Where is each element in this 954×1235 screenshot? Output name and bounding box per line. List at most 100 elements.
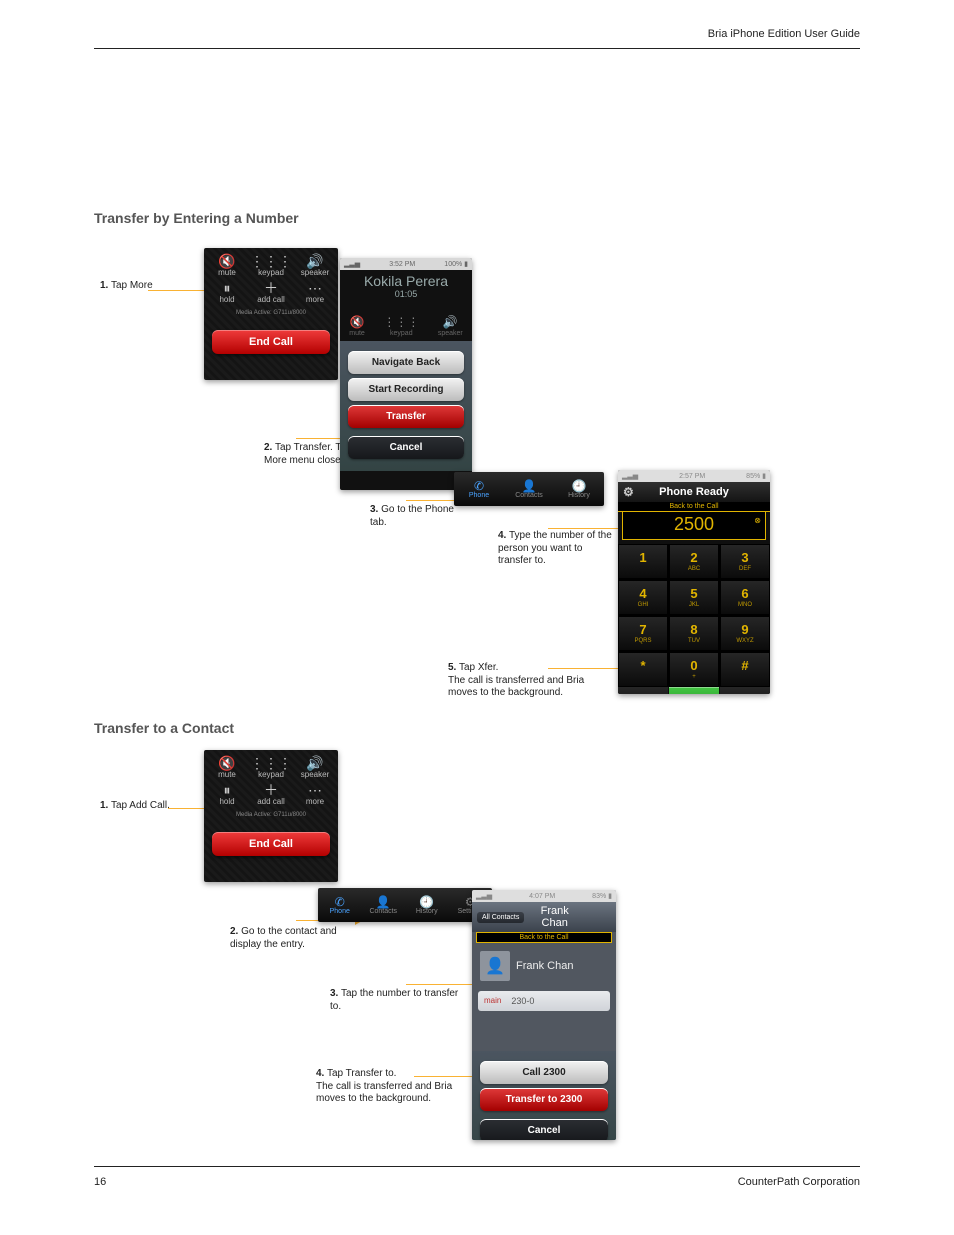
step-b1: 1. Tap Add Call. bbox=[100, 800, 170, 813]
step-a3: 3. Go to the Phone tab. bbox=[370, 504, 470, 529]
step-b3: 3. Tap the number to transfer to. bbox=[330, 988, 460, 1013]
key-7[interactable]: 7PQRS bbox=[618, 616, 668, 651]
navigate-back-button[interactable]: Navigate Back bbox=[348, 351, 464, 374]
history-icon: 🕘 bbox=[419, 896, 434, 908]
more-icon: ⋯ bbox=[308, 783, 322, 797]
add-call-icon: ＋ bbox=[264, 281, 278, 295]
transfer-button[interactable]: Transfer bbox=[348, 405, 464, 428]
key-3[interactable]: 3DEF bbox=[720, 544, 770, 579]
key-2[interactable]: 2ABC bbox=[669, 544, 719, 579]
contact-name: Frank Chan bbox=[516, 960, 573, 972]
mute-icon: 🔇 bbox=[218, 254, 235, 268]
dialer-keypad: 1 2ABC 3DEF 4GHI 5JKL 6MNO 7PQRS 8TUV 9W… bbox=[618, 544, 770, 687]
footer-company: CounterPath Corporation bbox=[738, 1176, 860, 1188]
mute-icon: 🔇 bbox=[218, 756, 235, 770]
callout-a4 bbox=[548, 528, 622, 529]
callout-a1 bbox=[148, 290, 208, 291]
speaker-icon: 🔊 bbox=[443, 315, 458, 329]
end-call-button[interactable]: End Call bbox=[212, 330, 330, 354]
backspace-button[interactable]: ⌫ bbox=[720, 687, 770, 694]
signal-icon: ▂▃▅ bbox=[476, 892, 492, 900]
contact-title: Frank Chan bbox=[528, 905, 581, 929]
tab-phone[interactable]: ✆Phone bbox=[454, 472, 504, 506]
top-rule bbox=[94, 48, 860, 49]
dialer-header: ⚙ Phone Ready bbox=[618, 482, 770, 502]
step-a4: 4. Type the number of the person you wan… bbox=[498, 530, 618, 568]
keypad-icon: ⋮⋮⋮ bbox=[250, 254, 292, 268]
call-elapsed: 01:05 bbox=[340, 289, 472, 299]
start-recording-button[interactable]: Start Recording bbox=[348, 378, 464, 401]
keypad-icon: ⋮⋮⋮ bbox=[250, 756, 292, 770]
phone-icon: ✆ bbox=[335, 896, 345, 908]
status-bar: ▂▃▅ 3:52 PM 100% ▮ bbox=[340, 258, 472, 270]
tab-contacts[interactable]: 👤Contacts bbox=[362, 888, 406, 922]
cancel-button[interactable]: Cancel bbox=[348, 436, 464, 459]
screenshot-incall-1: 🔇mute ⋮⋮⋮keypad 🔊speaker ⏸hold ＋add call… bbox=[204, 248, 338, 380]
tab-contacts[interactable]: 👤Contacts bbox=[504, 472, 554, 506]
page-number: 16 bbox=[94, 1176, 106, 1188]
gear-icon[interactable]: ⚙ bbox=[623, 485, 634, 499]
screenshot-more-menu: ▂▃▅ 3:52 PM 100% ▮ Kokila Perera 01:05 🔇… bbox=[340, 258, 472, 490]
transfer-to-button[interactable]: Transfer to 2300 bbox=[480, 1088, 608, 1111]
key-4[interactable]: 4GHI bbox=[618, 580, 668, 615]
key-6[interactable]: 6MNO bbox=[720, 580, 770, 615]
back-to-call-strip[interactable]: Back to the Call bbox=[618, 502, 770, 512]
incall-mute[interactable]: 🔇mute bbox=[212, 254, 242, 277]
tab-history[interactable]: 🕘History bbox=[554, 472, 604, 506]
xfer-button[interactable]: Xfer bbox=[669, 687, 719, 694]
key-1[interactable]: 1 bbox=[618, 544, 668, 579]
key-hash[interactable]: # bbox=[720, 652, 770, 687]
phone-icon: ✆ bbox=[474, 480, 484, 492]
contacts-icon: 👤 bbox=[376, 896, 391, 908]
incall-hold[interactable]: ⏸hold bbox=[212, 281, 242, 304]
header-right: Bria iPhone Edition User Guide bbox=[708, 28, 860, 40]
incall-addcall[interactable]: ＋add call bbox=[250, 281, 292, 304]
cancel-button[interactable]: Cancel bbox=[480, 1119, 608, 1140]
key-9[interactable]: 9WXYZ bbox=[720, 616, 770, 651]
signal-icon: ▂▃▅ bbox=[344, 260, 360, 268]
speaker-icon: 🔊 bbox=[306, 254, 323, 268]
end-call-button[interactable]: End Call bbox=[212, 832, 330, 856]
callout-a3 bbox=[406, 500, 456, 501]
avatar: 👤 bbox=[480, 951, 510, 981]
call-number-button[interactable]: Call 2300 bbox=[480, 1061, 608, 1084]
keypad-icon: ⋮⋮⋮ bbox=[383, 315, 419, 329]
step-a1: 1. Tap More bbox=[100, 280, 153, 293]
incall-speaker[interactable]: 🔊speaker bbox=[300, 756, 330, 779]
key-5[interactable]: 5JKL bbox=[669, 580, 719, 615]
clear-icon[interactable]: ⊗ bbox=[754, 516, 761, 525]
back-to-call-strip[interactable]: Back to the Call bbox=[476, 932, 612, 943]
incall-speaker[interactable]: 🔊speaker bbox=[300, 254, 330, 277]
screenshot-tabs: ✆Phone 👤Contacts 🕘History bbox=[454, 472, 604, 506]
dialer-display: 2500 ⊗ bbox=[622, 512, 766, 540]
codec-meta: Media Active: G711u/8000 bbox=[204, 812, 338, 818]
key-8[interactable]: 8TUV bbox=[669, 616, 719, 651]
step-b4: 4. Tap Transfer to. The call is transfer… bbox=[316, 1068, 476, 1106]
mini-row: 🔇mute ⋮⋮⋮keypad 🔊speaker bbox=[340, 315, 472, 337]
section-b-heading: Transfer to a Contact bbox=[94, 720, 234, 736]
signal-icon: ▂▃▅ bbox=[622, 472, 638, 480]
add-call-icon: ＋ bbox=[264, 783, 278, 797]
bottom-rule bbox=[94, 1166, 860, 1167]
incall-keypad[interactable]: ⋮⋮⋮keypad bbox=[250, 756, 292, 779]
incall-hold[interactable]: ⏸hold bbox=[212, 783, 242, 806]
incall-mute[interactable]: 🔇mute bbox=[212, 756, 242, 779]
incall-more[interactable]: ⋯more bbox=[300, 281, 330, 304]
contact-phone-row[interactable]: main 230-0 bbox=[478, 991, 610, 1011]
callout-b3 bbox=[406, 984, 474, 985]
key-star[interactable]: * bbox=[618, 652, 668, 687]
voicemail-button[interactable]: ◯◯VM bbox=[618, 687, 668, 694]
back-all-contacts[interactable]: All Contacts bbox=[477, 912, 524, 923]
incall-more[interactable]: ⋯more bbox=[300, 783, 330, 806]
contacts-icon: 👤 bbox=[522, 480, 537, 492]
status-bar: ▂▃▅ 4:07 PM 83% ▮ bbox=[472, 890, 616, 902]
speaker-icon: 🔊 bbox=[306, 756, 323, 770]
tab-phone[interactable]: ✆Phone bbox=[318, 888, 362, 922]
codec-meta: Media Active: G711u/8000 bbox=[204, 310, 338, 316]
more-icon: ⋯ bbox=[308, 281, 322, 295]
key-0[interactable]: 0+ bbox=[669, 652, 719, 687]
incall-addcall[interactable]: ＋add call bbox=[250, 783, 292, 806]
tab-history[interactable]: 🕘History bbox=[405, 888, 449, 922]
section-a-heading: Transfer by Entering a Number bbox=[94, 210, 299, 226]
incall-keypad[interactable]: ⋮⋮⋮keypad bbox=[250, 254, 292, 277]
